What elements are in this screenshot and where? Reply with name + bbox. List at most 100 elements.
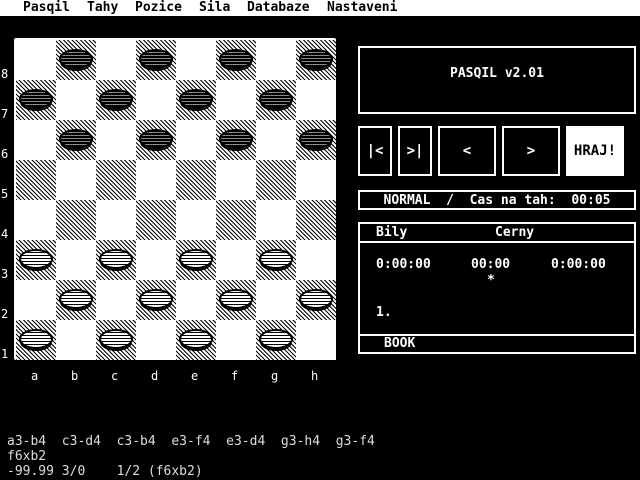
black-piece[interactable] bbox=[299, 129, 333, 149]
square-e8[interactable] bbox=[176, 40, 216, 80]
square-e4[interactable] bbox=[176, 200, 216, 240]
square-c3[interactable] bbox=[96, 240, 136, 280]
square-g8[interactable] bbox=[256, 40, 296, 80]
last-move-button[interactable]: >| bbox=[398, 126, 432, 176]
square-e3[interactable] bbox=[176, 240, 216, 280]
white-piece[interactable] bbox=[59, 289, 93, 309]
square-f6[interactable] bbox=[216, 120, 256, 160]
square-d7[interactable] bbox=[136, 80, 176, 120]
square-g1[interactable] bbox=[256, 320, 296, 360]
square-a6[interactable] bbox=[16, 120, 56, 160]
menu-nastaveni[interactable]: Nastaveni bbox=[327, 0, 397, 16]
square-e5[interactable] bbox=[176, 160, 216, 200]
square-h8[interactable] bbox=[296, 40, 336, 80]
square-f3[interactable] bbox=[216, 240, 256, 280]
square-h4[interactable] bbox=[296, 200, 336, 240]
square-f5[interactable] bbox=[216, 160, 256, 200]
menu-databaze[interactable]: Databaze bbox=[247, 0, 310, 16]
square-c6[interactable] bbox=[96, 120, 136, 160]
black-piece[interactable] bbox=[59, 49, 93, 69]
square-g4[interactable] bbox=[256, 200, 296, 240]
square-g3[interactable] bbox=[256, 240, 296, 280]
square-h1[interactable] bbox=[296, 320, 336, 360]
menu-pasqil[interactable]: Pasqil bbox=[23, 0, 70, 16]
square-e2[interactable] bbox=[176, 280, 216, 320]
square-e7[interactable] bbox=[176, 80, 216, 120]
next-move-button[interactable]: > bbox=[502, 126, 560, 176]
square-c7[interactable] bbox=[96, 80, 136, 120]
square-f7[interactable] bbox=[216, 80, 256, 120]
square-a3[interactable] bbox=[16, 240, 56, 280]
square-d4[interactable] bbox=[136, 200, 176, 240]
black-piece[interactable] bbox=[179, 89, 213, 109]
square-h5[interactable] bbox=[296, 160, 336, 200]
white-piece[interactable] bbox=[99, 249, 133, 269]
black-piece[interactable] bbox=[299, 49, 333, 69]
square-a8[interactable] bbox=[16, 40, 56, 80]
first-move-button[interactable]: |< bbox=[358, 126, 392, 176]
square-f1[interactable] bbox=[216, 320, 256, 360]
square-g6[interactable] bbox=[256, 120, 296, 160]
square-a2[interactable] bbox=[16, 280, 56, 320]
square-f4[interactable] bbox=[216, 200, 256, 240]
white-piece[interactable] bbox=[179, 329, 213, 349]
square-e1[interactable] bbox=[176, 320, 216, 360]
black-piece[interactable] bbox=[259, 89, 293, 109]
square-d3[interactable] bbox=[136, 240, 176, 280]
black-piece[interactable] bbox=[99, 89, 133, 109]
square-a7[interactable] bbox=[16, 80, 56, 120]
black-piece[interactable] bbox=[219, 129, 253, 149]
white-piece[interactable] bbox=[259, 329, 293, 349]
square-g2[interactable] bbox=[256, 280, 296, 320]
square-f2[interactable] bbox=[216, 280, 256, 320]
prev-move-button[interactable]: < bbox=[438, 126, 496, 176]
square-g5[interactable] bbox=[256, 160, 296, 200]
white-piece[interactable] bbox=[219, 289, 253, 309]
black-piece[interactable] bbox=[139, 129, 173, 149]
square-b5[interactable] bbox=[56, 160, 96, 200]
black-piece[interactable] bbox=[19, 89, 53, 109]
square-d1[interactable] bbox=[136, 320, 176, 360]
square-b8[interactable] bbox=[56, 40, 96, 80]
square-b4[interactable] bbox=[56, 200, 96, 240]
black-piece[interactable] bbox=[219, 49, 253, 69]
square-d5[interactable] bbox=[136, 160, 176, 200]
square-h6[interactable] bbox=[296, 120, 336, 160]
square-f8[interactable] bbox=[216, 40, 256, 80]
square-a1[interactable] bbox=[16, 320, 56, 360]
white-piece[interactable] bbox=[99, 329, 133, 349]
square-e6[interactable] bbox=[176, 120, 216, 160]
black-piece[interactable] bbox=[139, 49, 173, 69]
square-h3[interactable] bbox=[296, 240, 336, 280]
menu-pozice[interactable]: Pozice bbox=[135, 0, 182, 16]
square-b3[interactable] bbox=[56, 240, 96, 280]
play-button[interactable]: HRAJ! bbox=[566, 126, 624, 176]
square-h7[interactable] bbox=[296, 80, 336, 120]
square-b6[interactable] bbox=[56, 120, 96, 160]
white-piece[interactable] bbox=[19, 249, 53, 269]
black-piece[interactable] bbox=[59, 129, 93, 149]
checkers-board[interactable] bbox=[16, 40, 336, 360]
square-a4[interactable] bbox=[16, 200, 56, 240]
square-d2[interactable] bbox=[136, 280, 176, 320]
square-d6[interactable] bbox=[136, 120, 176, 160]
square-c4[interactable] bbox=[96, 200, 136, 240]
square-a5[interactable] bbox=[16, 160, 56, 200]
square-b7[interactable] bbox=[56, 80, 96, 120]
square-b2[interactable] bbox=[56, 280, 96, 320]
square-c2[interactable] bbox=[96, 280, 136, 320]
square-c1[interactable] bbox=[96, 320, 136, 360]
square-c5[interactable] bbox=[96, 160, 136, 200]
square-d8[interactable] bbox=[136, 40, 176, 80]
menu-sila[interactable]: Sila bbox=[199, 0, 230, 16]
square-c8[interactable] bbox=[96, 40, 136, 80]
white-piece[interactable] bbox=[139, 289, 173, 309]
white-piece[interactable] bbox=[179, 249, 213, 269]
white-piece[interactable] bbox=[259, 249, 293, 269]
white-piece[interactable] bbox=[19, 329, 53, 349]
square-g7[interactable] bbox=[256, 80, 296, 120]
square-b1[interactable] bbox=[56, 320, 96, 360]
white-piece[interactable] bbox=[299, 289, 333, 309]
menu-tahy[interactable]: Tahy bbox=[87, 0, 118, 16]
square-h2[interactable] bbox=[296, 280, 336, 320]
